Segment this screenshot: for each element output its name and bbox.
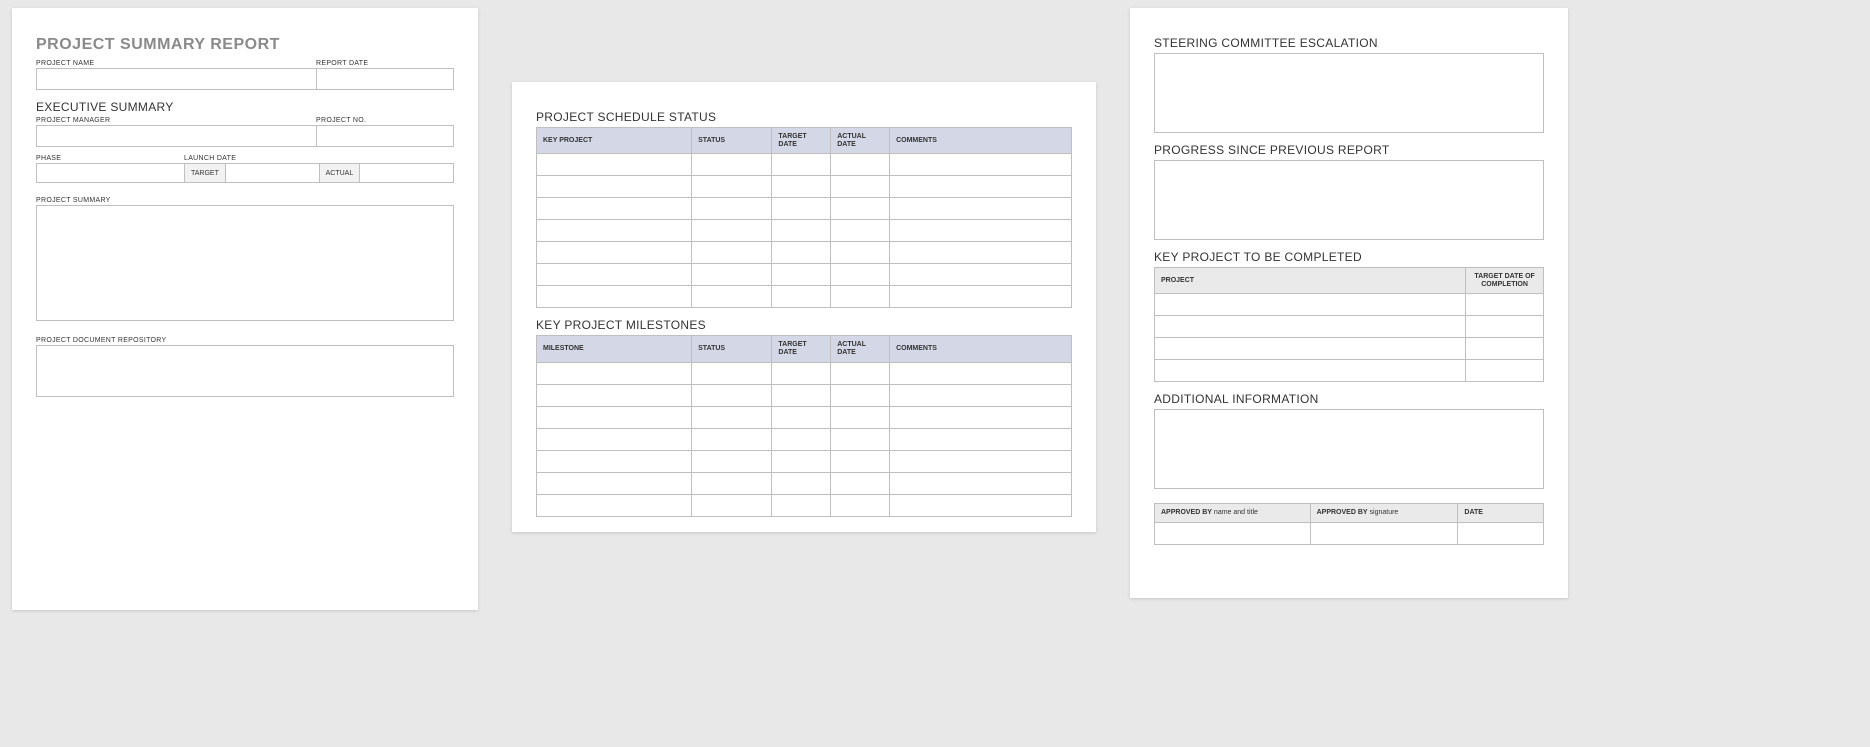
phase-label: PHASE xyxy=(36,155,184,162)
table-row[interactable] xyxy=(537,494,1072,516)
table-row[interactable] xyxy=(537,286,1072,308)
table-row[interactable] xyxy=(537,220,1072,242)
col-comments: COMMENTS xyxy=(890,336,1072,362)
schedule-status-table: KEY PROJECT STATUS TARGET DATE ACTUAL DA… xyxy=(536,127,1072,308)
table-row[interactable] xyxy=(1155,523,1544,545)
table-row[interactable] xyxy=(537,242,1072,264)
progress-textarea[interactable] xyxy=(1154,160,1544,240)
report-date-input[interactable] xyxy=(316,68,454,90)
target-date-input[interactable] xyxy=(226,163,319,183)
phase-input[interactable] xyxy=(36,163,184,183)
col-status: STATUS xyxy=(692,336,772,362)
table-row[interactable] xyxy=(1155,360,1544,382)
report-date-label: REPORT DATE xyxy=(316,60,454,67)
approved-by-signature-header: APPROVED BY signature xyxy=(1310,504,1458,523)
repository-textarea[interactable] xyxy=(36,345,454,397)
table-row[interactable] xyxy=(537,406,1072,428)
actual-label-cell: ACTUAL xyxy=(319,163,361,183)
col-actual-date: ACTUAL DATE xyxy=(831,128,890,154)
table-row[interactable] xyxy=(537,428,1072,450)
table-row[interactable] xyxy=(1155,316,1544,338)
schedule-status-title: PROJECT SCHEDULE STATUS xyxy=(536,110,1072,124)
project-name-input[interactable] xyxy=(36,68,316,90)
page-project-summary: PROJECT SUMMARY REPORT PROJECT NAME REPO… xyxy=(12,8,478,610)
repository-label: PROJECT DOCUMENT REPOSITORY xyxy=(36,337,454,344)
table-row[interactable] xyxy=(537,198,1072,220)
actual-date-input[interactable] xyxy=(360,163,454,183)
col-actual-date: ACTUAL DATE xyxy=(831,336,890,362)
project-summary-label: PROJECT SUMMARY xyxy=(36,197,454,204)
key-project-title: KEY PROJECT TO BE COMPLETED xyxy=(1154,250,1544,264)
table-row[interactable] xyxy=(537,264,1072,286)
date-header: DATE xyxy=(1458,504,1544,523)
target-label-cell: TARGET xyxy=(184,163,226,183)
col-project: PROJECT xyxy=(1155,268,1466,294)
table-row[interactable] xyxy=(537,176,1072,198)
col-target-completion: TARGET DATE OF COMPLETION xyxy=(1466,268,1544,294)
project-no-label: PROJECT NO. xyxy=(316,117,454,124)
key-project-table: PROJECT TARGET DATE OF COMPLETION xyxy=(1154,267,1544,382)
project-no-input[interactable] xyxy=(316,125,454,147)
milestones-table: MILESTONE STATUS TARGET DATE ACTUAL DATE… xyxy=(536,335,1072,516)
document-title: PROJECT SUMMARY REPORT xyxy=(36,36,454,54)
escalation-title: STEERING COMMITTEE ESCALATION xyxy=(1154,36,1544,50)
table-row[interactable] xyxy=(537,384,1072,406)
additional-info-textarea[interactable] xyxy=(1154,409,1544,489)
col-key-project: KEY PROJECT xyxy=(537,128,692,154)
table-row[interactable] xyxy=(537,472,1072,494)
table-row[interactable] xyxy=(537,154,1072,176)
project-manager-label: PROJECT MANAGER xyxy=(36,117,316,124)
progress-title: PROGRESS SINCE PREVIOUS REPORT xyxy=(1154,143,1544,157)
table-row[interactable] xyxy=(537,450,1072,472)
milestones-title: KEY PROJECT MILESTONES xyxy=(536,318,1072,332)
table-row[interactable] xyxy=(1155,338,1544,360)
col-milestone: MILESTONE xyxy=(537,336,692,362)
table-row[interactable] xyxy=(537,362,1072,384)
col-target-date: TARGET DATE xyxy=(772,336,831,362)
approved-by-name-header: APPROVED BY name and title xyxy=(1155,504,1311,523)
project-manager-input[interactable] xyxy=(36,125,316,147)
page-schedule-milestones: PROJECT SCHEDULE STATUS KEY PROJECT STAT… xyxy=(512,82,1096,532)
col-status: STATUS xyxy=(692,128,772,154)
project-name-label: PROJECT NAME xyxy=(36,60,316,67)
executive-summary-title: EXECUTIVE SUMMARY xyxy=(36,100,454,114)
project-summary-textarea[interactable] xyxy=(36,205,454,321)
approval-table: APPROVED BY name and title APPROVED BY s… xyxy=(1154,503,1544,545)
col-target-date: TARGET DATE xyxy=(772,128,831,154)
additional-info-title: ADDITIONAL INFORMATION xyxy=(1154,392,1544,406)
table-row[interactable] xyxy=(1155,294,1544,316)
page-escalation-progress: STEERING COMMITTEE ESCALATION PROGRESS S… xyxy=(1130,8,1568,598)
escalation-textarea[interactable] xyxy=(1154,53,1544,133)
col-comments: COMMENTS xyxy=(890,128,1072,154)
launch-date-label: LAUNCH DATE xyxy=(184,155,454,162)
